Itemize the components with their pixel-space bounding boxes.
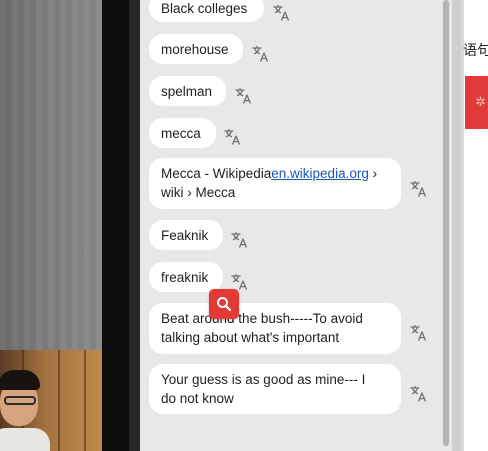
message-line: Your guess is as good as mine--- I — [161, 372, 366, 387]
message-bubble[interactable]: freaknik — [149, 262, 223, 292]
door-line — [84, 350, 86, 451]
translate-icon[interactable] — [410, 180, 428, 198]
person-hair — [0, 370, 40, 390]
message-line: talking about what's important — [161, 330, 340, 345]
message-bubble[interactable]: Feaknik — [149, 220, 223, 250]
gear-icon: ✲ — [475, 94, 486, 109]
window-divider — [102, 0, 129, 451]
link-title: Mecca - Wikipedia — [161, 166, 272, 181]
webcam-thumbnail[interactable] — [0, 350, 102, 451]
message-line: Mecca - Wikipediaen.wikipedia.org › — [161, 164, 377, 183]
right-window-border — [461, 0, 464, 451]
link-suffix: › — [368, 166, 378, 181]
translate-icon[interactable] — [410, 385, 428, 403]
message-bubble[interactable]: Your guess is as good as mine--- I do no… — [149, 364, 401, 414]
message-bubble[interactable]: Mecca - Wikipediaen.wikipedia.org › wiki… — [149, 158, 401, 209]
right-window — [461, 0, 488, 451]
scrollbar-thumb[interactable] — [443, 0, 449, 446]
scrollbar-separator — [452, 0, 461, 451]
translate-icon[interactable] — [410, 324, 428, 342]
message-bubble[interactable]: Beat around the bush-----To avoid talkin… — [149, 303, 401, 354]
panel-edge — [129, 0, 140, 451]
person-glasses — [4, 396, 36, 405]
message-bubble[interactable]: spelman — [149, 76, 226, 106]
message-bubble[interactable]: Black colleges — [149, 0, 264, 22]
search-icon — [217, 297, 232, 312]
message-text: morehouse — [161, 41, 229, 57]
person-shirt — [0, 428, 50, 451]
translate-icon[interactable] — [273, 4, 291, 22]
message-text: Feaknik — [161, 227, 209, 243]
search-button[interactable] — [209, 289, 239, 319]
translate-icon[interactable] — [224, 128, 242, 146]
message-line: wiki › Mecca — [161, 185, 236, 200]
message-bubble[interactable]: mecca — [149, 118, 216, 148]
translate-icon[interactable] — [235, 87, 253, 105]
door-line — [58, 350, 60, 451]
message-text: Black colleges — [161, 0, 248, 16]
message-text: mecca — [161, 125, 201, 141]
translate-icon[interactable] — [252, 45, 270, 63]
wikipedia-link[interactable]: en.wikipedia.org — [271, 166, 369, 181]
translate-icon[interactable] — [231, 231, 249, 249]
message-line: Beat around the bush-----To avoid — [161, 311, 363, 326]
message-bubble[interactable]: morehouse — [149, 34, 243, 64]
right-window-text: 语句 — [463, 42, 488, 58]
webcam-person — [0, 370, 50, 451]
message-text: freaknik — [161, 269, 209, 285]
message-line: do not know — [161, 391, 234, 406]
message-text: spelman — [161, 83, 213, 99]
